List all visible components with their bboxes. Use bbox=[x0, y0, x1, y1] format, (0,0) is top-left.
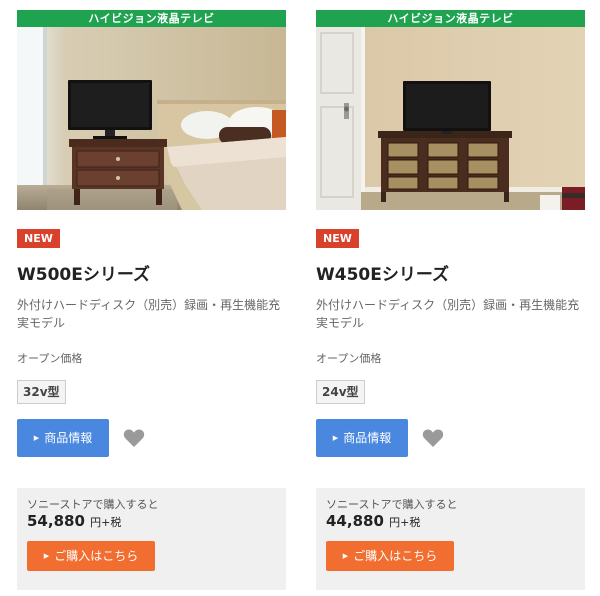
size-tag: 32v型 bbox=[17, 380, 66, 404]
store-purchase-label: ソニーストアで購入すると bbox=[27, 498, 159, 511]
store-price-box: ソニーストアで購入すると 54,880 円+税 ▶ ご購入はこちら bbox=[17, 488, 286, 590]
triangle-right-icon: ▶ bbox=[33, 434, 40, 442]
livingroom-tv-photo bbox=[316, 27, 585, 210]
buy-button-label: ご購入はこちら bbox=[54, 549, 139, 563]
triangle-right-icon: ▶ bbox=[342, 552, 349, 560]
product-image[interactable] bbox=[17, 27, 286, 210]
product-info-button[interactable]: ▶ 商品情報 bbox=[316, 419, 408, 457]
buy-button-label: ご購入はこちら bbox=[353, 549, 438, 563]
triangle-right-icon: ▶ bbox=[43, 552, 50, 560]
new-badge: NEW bbox=[316, 229, 359, 248]
store-price-value: 54,880 bbox=[27, 512, 85, 530]
product-description: 外付けハードディスク（別売）録画・再生機能充実モデル bbox=[316, 298, 580, 330]
triangle-right-icon: ▶ bbox=[332, 434, 339, 442]
category-banner: ハイビジョン液晶テレビ bbox=[17, 10, 286, 27]
tax-suffix: 円+税 bbox=[389, 516, 421, 529]
product-name[interactable]: W500Eシリーズ bbox=[17, 260, 150, 285]
price-label: オープン価格 bbox=[17, 352, 83, 365]
product-card: ハイビジョン液晶テレビ bbox=[17, 10, 286, 590]
store-price-box: ソニーストアで購入すると 44,880 円+税 ▶ ご購入はこちら bbox=[316, 488, 585, 590]
product-name[interactable]: W450Eシリーズ bbox=[316, 260, 449, 285]
size-tag: 24v型 bbox=[316, 380, 365, 404]
bedroom-tv-photo bbox=[17, 27, 286, 210]
buy-button[interactable]: ▶ ご購入はこちら bbox=[27, 541, 155, 571]
store-purchase-label: ソニーストアで購入すると bbox=[326, 498, 458, 511]
product-info-label: 商品情報 bbox=[44, 431, 93, 445]
heart-icon[interactable] bbox=[123, 428, 145, 448]
new-badge: NEW bbox=[17, 229, 60, 248]
product-info-button[interactable]: ▶ 商品情報 bbox=[17, 419, 109, 457]
category-banner: ハイビジョン液晶テレビ bbox=[316, 10, 585, 27]
store-price: 54,880 円+税 bbox=[27, 512, 121, 530]
product-info-label: 商品情報 bbox=[343, 431, 392, 445]
product-description: 外付けハードディスク（別売）録画・再生機能充実モデル bbox=[17, 298, 281, 330]
store-price: 44,880 円+税 bbox=[326, 512, 420, 530]
heart-icon[interactable] bbox=[422, 428, 444, 448]
buy-button[interactable]: ▶ ご購入はこちら bbox=[326, 541, 454, 571]
product-image[interactable] bbox=[316, 27, 585, 210]
price-label: オープン価格 bbox=[316, 352, 382, 365]
tax-suffix: 円+税 bbox=[90, 516, 122, 529]
store-price-value: 44,880 bbox=[326, 512, 384, 530]
product-card: ハイビジョン液晶テレビ bbox=[316, 10, 585, 590]
